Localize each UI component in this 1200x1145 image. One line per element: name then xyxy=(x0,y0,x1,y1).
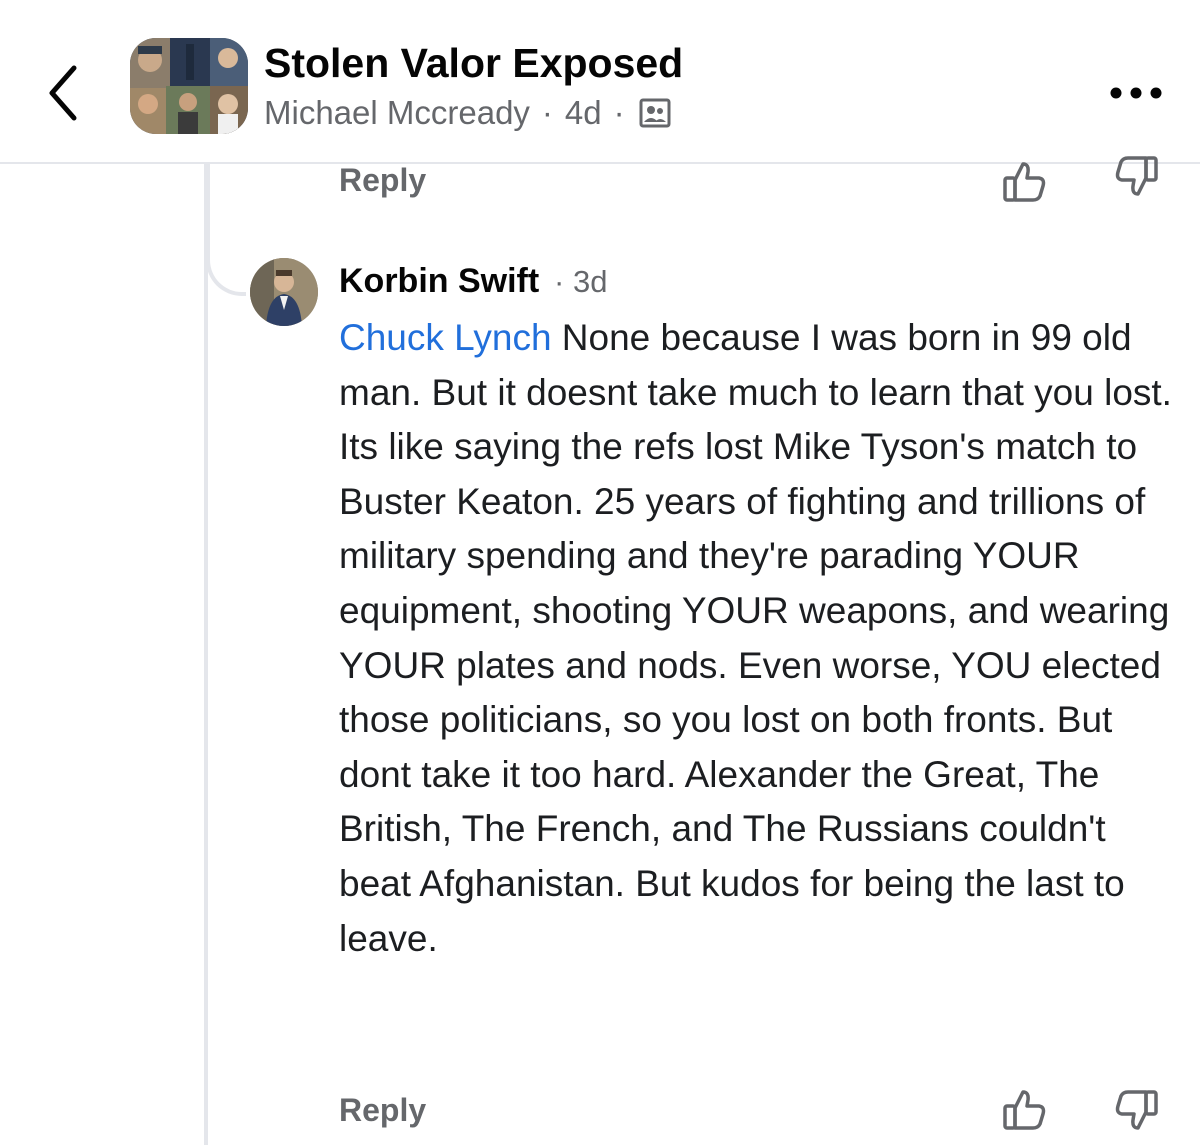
post-header: Stolen Valor Exposed Michael Mccready · … xyxy=(0,0,1200,164)
thread-connector xyxy=(206,164,246,296)
thread-line xyxy=(204,164,208,1145)
reply-button[interactable]: Reply xyxy=(339,162,426,199)
reply-button[interactable]: Reply xyxy=(339,1092,426,1129)
comment-time-label: 3d xyxy=(572,264,608,299)
comment-text: None because I was born in 99 old man. B… xyxy=(339,317,1172,959)
members-audience-icon xyxy=(639,98,671,128)
group-name[interactable]: Stolen Valor Exposed xyxy=(264,40,683,87)
thumbs-down-icon[interactable] xyxy=(1112,152,1160,200)
meta-separator: · xyxy=(613,94,625,131)
chevron-left-icon[interactable] xyxy=(40,58,90,128)
commenter-name[interactable]: Korbin Swift xyxy=(339,262,539,301)
thumbs-up-icon[interactable] xyxy=(1001,158,1049,206)
comment-time[interactable]: · 3d xyxy=(554,264,607,300)
post-meta: Michael Mccready · 4d · xyxy=(264,94,671,132)
meta-separator: · xyxy=(554,264,565,299)
thumbs-up-icon[interactable] xyxy=(1001,1086,1049,1134)
post-author[interactable]: Michael Mccready xyxy=(264,94,530,132)
commenter-avatar[interactable] xyxy=(250,258,318,326)
thumbs-down-icon[interactable] xyxy=(1112,1086,1160,1134)
mention-link[interactable]: Chuck Lynch xyxy=(339,317,552,358)
group-avatar[interactable] xyxy=(130,38,248,134)
comment-body: Chuck Lynch None because I was born in 9… xyxy=(339,311,1179,966)
meta-separator: · xyxy=(541,94,553,131)
post-time[interactable]: 4d xyxy=(565,94,602,132)
more-horizontal-icon[interactable] xyxy=(1108,80,1164,106)
